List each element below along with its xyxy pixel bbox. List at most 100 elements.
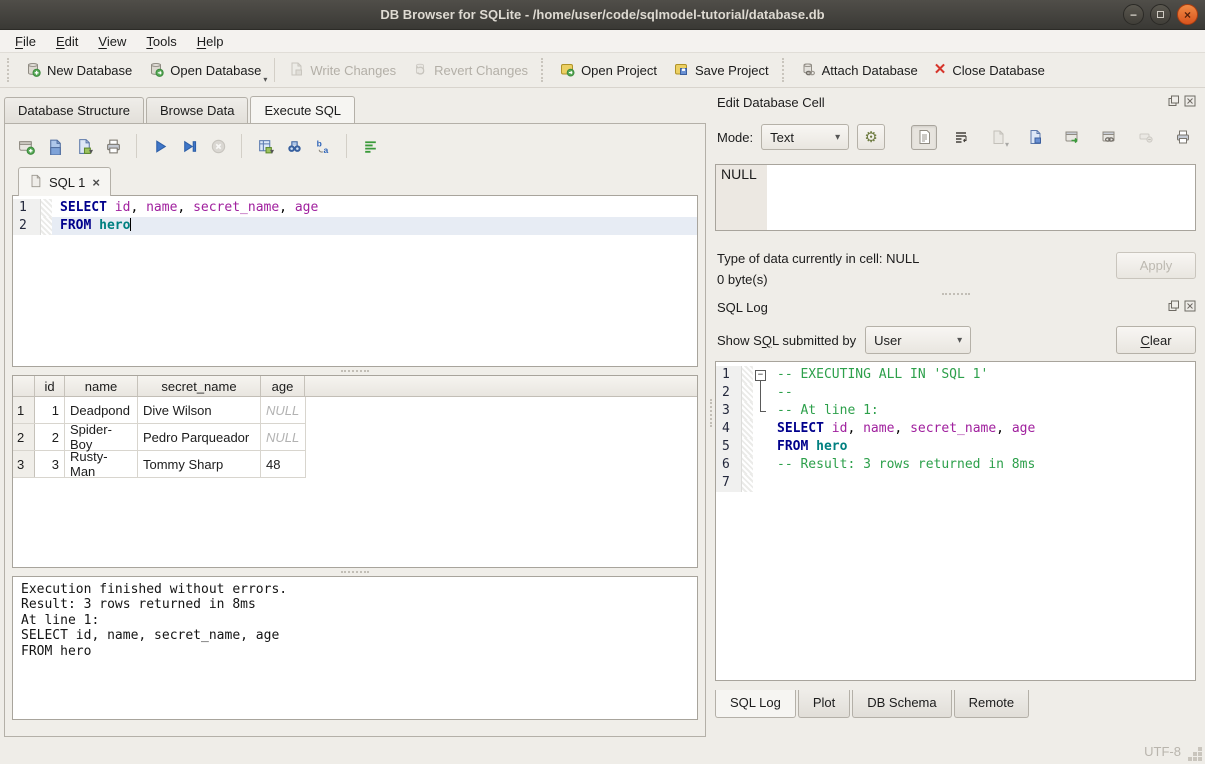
dropdown-caret-icon[interactable]: ▾ <box>89 147 93 156</box>
cell-size-text: 0 byte(s) <box>717 269 919 290</box>
menu-edit[interactable]: Edit <box>46 32 88 51</box>
tab-execute-sql[interactable]: Execute SQL <box>250 96 355 123</box>
open-database-button[interactable]: Open Database ▾ <box>140 56 269 85</box>
stop-icon[interactable] <box>207 135 229 157</box>
resize-grip[interactable] <box>1198 757 1202 761</box>
dropdown-caret-icon[interactable]: ▾ <box>270 147 274 156</box>
table-cell[interactable]: Deadpond <box>65 397 138 423</box>
clear-button[interactable]: Clear <box>1116 326 1196 354</box>
format-lines-icon[interactable] <box>359 135 381 157</box>
toolbar-separator <box>136 134 137 158</box>
encoding-indicator: UTF-8 <box>1144 744 1181 759</box>
tab-browse-data[interactable]: Browse Data <box>146 97 248 124</box>
execution-message[interactable]: Execution finished without errors. Resul… <box>12 576 698 720</box>
menu-view[interactable]: View <box>88 32 136 51</box>
titlebar[interactable]: DB Browser for SQLite - /home/user/code/… <box>0 0 1205 30</box>
print-icon[interactable] <box>1170 125 1196 150</box>
close-dock-icon[interactable] <box>1184 95 1196 110</box>
svg-text:a: a <box>323 144 328 154</box>
row-number[interactable]: 3 <box>13 451 35 477</box>
table-row[interactable]: 11DeadpondDive WilsonNULL <box>13 397 306 424</box>
float-dock-icon[interactable] <box>1168 95 1180 110</box>
table-cell[interactable]: 2 <box>35 424 65 450</box>
mode-select[interactable]: Text ▾ <box>761 124 849 150</box>
toolbar-handle[interactable] <box>7 58 12 82</box>
print-icon[interactable] <box>102 135 124 157</box>
sql-1-tab[interactable]: SQL 1 × <box>18 167 111 196</box>
attach-database-button[interactable]: Attach Database <box>792 56 926 85</box>
minimize-button[interactable]: − <box>1123 4 1144 25</box>
sql-file-icon <box>29 174 42 191</box>
column-header-name[interactable]: name <box>65 376 138 396</box>
splitter-handle[interactable] <box>715 290 1196 298</box>
sql-log-view[interactable]: 1-- EXECUTING ALL IN 'SQL 1'2--3-- At li… <box>715 361 1196 681</box>
open-project-button[interactable]: Open Project <box>551 56 665 85</box>
table-row[interactable]: 22Spider-BoyPedro ParqueadorNULL <box>13 424 306 451</box>
toolbar-handle[interactable] <box>782 58 787 82</box>
cell-value-editor[interactable]: NULL <box>715 164 1196 231</box>
row-number[interactable]: 2 <box>13 424 35 450</box>
menu-file[interactable]: File <box>5 32 46 51</box>
table-cell[interactable]: 1 <box>35 397 65 423</box>
tab-plot[interactable]: Plot <box>798 690 850 718</box>
column-header-age[interactable]: age <box>261 376 305 396</box>
toolbar-separator <box>346 134 347 158</box>
write-changes-button[interactable]: Write Changes <box>280 56 404 85</box>
table-cell[interactable]: NULL <box>261 424 305 450</box>
copy-link-icon[interactable] <box>1096 125 1122 150</box>
sql-editor[interactable]: 1SELECT id, name, secret_name, age2FROM … <box>12 195 698 367</box>
close-button[interactable]: × <box>1177 4 1198 25</box>
row-number[interactable]: 1 <box>13 397 35 423</box>
save-sql-file-icon[interactable]: ▾ <box>73 135 95 157</box>
replace-icon[interactable]: ba <box>312 135 334 157</box>
row-number-header[interactable] <box>13 376 35 396</box>
table-cell[interactable]: Dive Wilson <box>138 397 261 423</box>
revert-changes-button[interactable]: Revert Changes <box>404 56 536 85</box>
column-header-id[interactable]: id <box>35 376 65 396</box>
find-icon[interactable] <box>283 135 305 157</box>
text-mode-icon[interactable] <box>911 125 937 150</box>
save-project-button[interactable]: Save Project <box>665 56 777 85</box>
toolbar-handle[interactable] <box>541 58 546 82</box>
table-cell[interactable]: NULL <box>261 397 305 423</box>
close-database-button[interactable]: ✕ Close Database <box>926 58 1053 83</box>
execute-line-icon[interactable] <box>178 135 200 157</box>
menu-help[interactable]: Help <box>187 32 234 51</box>
table-cell[interactable]: 3 <box>35 451 65 477</box>
table-cell[interactable]: Rusty-Man <box>65 451 138 477</box>
sql-tab-label: SQL 1 <box>49 175 85 190</box>
new-database-button[interactable]: New Database <box>17 56 140 85</box>
apply-button[interactable]: Apply <box>1116 252 1196 279</box>
maximize-icon <box>1157 11 1164 18</box>
table-cell[interactable]: 48 <box>261 451 305 477</box>
word-wrap-icon[interactable] <box>948 125 974 150</box>
splitter-handle[interactable] <box>12 568 698 576</box>
open-sql-file-icon[interactable] <box>44 135 66 157</box>
column-header-secret-name[interactable]: secret_name <box>138 376 261 396</box>
tab-database-structure[interactable]: Database Structure <box>4 97 144 124</box>
close-dock-icon[interactable] <box>1184 300 1196 315</box>
table-cell[interactable]: Spider-Boy <box>65 424 138 450</box>
open-sql-tab-icon[interactable] <box>15 135 37 157</box>
table-row[interactable]: 33Rusty-ManTommy Sharp48 <box>13 451 306 478</box>
save-results-icon[interactable]: ▾ <box>254 135 276 157</box>
menu-tools[interactable]: Tools <box>136 32 186 51</box>
submitted-by-select[interactable]: User ▾ <box>865 326 971 354</box>
set-null-icon[interactable] <box>1133 125 1159 150</box>
tab-sql-log[interactable]: SQL Log <box>715 690 796 718</box>
table-cell[interactable]: Tommy Sharp <box>138 451 261 477</box>
apply-mode-button[interactable]: ⚙ <box>857 124 885 150</box>
close-tab-icon[interactable]: × <box>92 175 100 190</box>
dropdown-caret-icon[interactable]: ▾ <box>263 75 267 84</box>
maximize-button[interactable] <box>1150 4 1171 25</box>
tab-db-schema[interactable]: DB Schema <box>852 690 951 718</box>
open-external-icon[interactable] <box>1059 125 1085 150</box>
table-cell[interactable]: Pedro Parqueador <box>138 424 261 450</box>
vertical-splitter[interactable] <box>706 88 715 738</box>
execute-all-icon[interactable] <box>149 135 171 157</box>
import-data-icon[interactable]: ▾ <box>985 125 1011 150</box>
save-as-icon[interactable] <box>1022 125 1048 150</box>
tab-remote[interactable]: Remote <box>954 690 1030 718</box>
float-dock-icon[interactable] <box>1168 300 1180 315</box>
splitter-handle[interactable] <box>12 367 698 375</box>
